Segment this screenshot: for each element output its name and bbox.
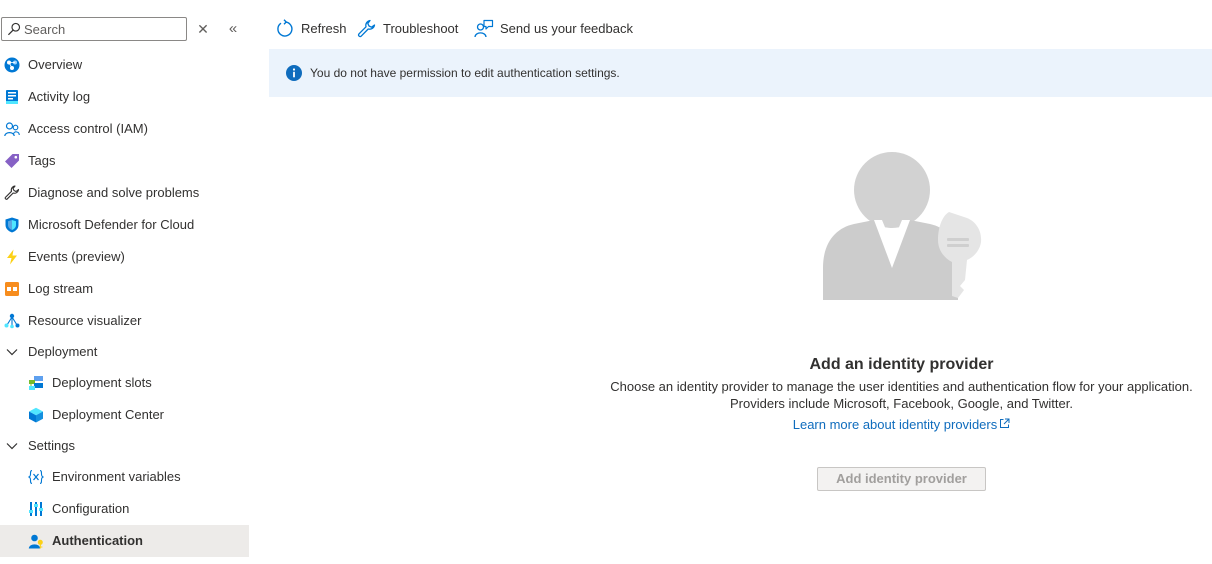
learn-more-link[interactable]: Learn more about identity providers [600,416,1203,433]
permission-info-banner: You do not have permission to edit authe… [269,49,1212,97]
menu-item-label: Microsoft Defender for Cloud [28,217,195,232]
menu-item-label: Deployment Center [52,407,164,422]
empty-state-description-line-2: Providers include Microsoft, Facebook, G… [730,396,1073,411]
collapse-menu-button[interactable]: « [226,20,240,38]
resource-visualizer-icon [4,313,20,329]
feedback-button[interactable]: Send us your feedback [474,14,633,44]
troubleshoot-label: Troubleshoot [383,21,459,36]
deployment-center-icon [29,407,43,423]
search-input[interactable] [24,20,182,38]
menu-item-access-control[interactable]: Access control (IAM) [0,113,249,145]
banner-message: You do not have permission to edit authe… [310,66,620,80]
menu-item-environment-variables[interactable]: Environment variables [0,461,249,493]
menu-item-label: Tags [28,153,56,168]
menu-item-label: Events (preview) [28,249,125,264]
authentication-icon [28,534,43,549]
chevron-down-icon [6,349,18,356]
activity-log-icon [6,90,18,104]
menu-item-label: Activity log [28,89,91,104]
menu-item-label: Access control (IAM) [28,121,148,136]
access-control-icon [4,122,20,137]
variable-icon [28,469,44,485]
menu-item-events[interactable]: Events (preview) [0,241,249,273]
menu-item-label: Authentication [52,533,143,548]
menu-item-deployment-center[interactable]: Deployment Center [0,399,249,431]
configuration-icon [29,502,43,516]
troubleshoot-button[interactable]: Troubleshoot [357,14,458,44]
deployment-slots-icon [29,376,43,390]
menu-item-label: Log stream [28,281,94,296]
menu-search-row: ✕ « [0,17,249,41]
menu-item-label: Environment variables [52,469,181,484]
menu-item-label: Deployment slots [52,375,152,390]
empty-state-title: Add an identity provider [809,356,994,373]
menu-item-resource-visualizer[interactable]: Resource visualizer [0,305,249,337]
feedback-icon [474,19,494,38]
log-stream-icon [5,282,19,296]
menu-item-label: Resource visualizer [28,313,142,328]
menu-item-label: Diagnose and solve problems [28,185,200,200]
menu-item-deployment-slots[interactable]: Deployment slots [0,367,249,399]
menu-item-log-stream[interactable]: Log stream [0,273,249,305]
identity-provider-illustration [823,152,982,300]
info-icon [286,65,302,81]
feedback-label: Send us your feedback [500,21,633,36]
wrench-icon [357,19,376,38]
clear-search-button[interactable]: ✕ [196,20,210,38]
search-icon [8,22,21,36]
external-link-icon [1000,418,1010,428]
empty-state-description-line-1: Choose an identity provider to manage th… [610,379,1193,394]
learn-more-label: Learn more about identity providers [792,417,998,432]
overview-icon [4,57,20,73]
menu-item-activity-log[interactable]: Activity log [0,81,249,113]
menu-group-deployment[interactable]: Deployment [0,337,249,367]
menu-group-settings[interactable]: Settings [0,431,249,461]
menu-group-label: Deployment [28,344,98,359]
refresh-icon [277,19,293,37]
menu-list: Overview Activity log Access control (IA… [0,49,249,557]
menu-item-defender[interactable]: Microsoft Defender for Cloud [0,209,249,241]
add-identity-provider-button[interactable]: Add identity provider [817,467,986,491]
refresh-button[interactable]: Refresh [275,14,347,44]
menu-item-label: Configuration [52,501,130,516]
command-bar: Refresh Troubleshoot Send us your feedba… [269,14,1212,44]
shield-icon [5,217,19,233]
refresh-label: Refresh [301,21,347,36]
menu-item-authentication[interactable]: Authentication [0,525,249,557]
menu-group-label: Settings [28,438,75,453]
chevron-down-icon [6,443,18,450]
wrench-icon [4,185,20,200]
resource-menu: ✕ « Overview Activity log [0,0,249,564]
empty-state-description: Choose an identity provider to manage th… [600,378,1203,412]
menu-item-diagnose[interactable]: Diagnose and solve problems [0,177,249,209]
menu-item-tags[interactable]: Tags [0,145,249,177]
menu-item-overview[interactable]: Overview [0,49,249,81]
menu-item-label: Overview [28,57,83,72]
lightning-icon [7,249,17,265]
menu-item-configuration[interactable]: Configuration [0,493,249,525]
search-box[interactable] [1,17,187,41]
tag-icon [5,154,19,168]
